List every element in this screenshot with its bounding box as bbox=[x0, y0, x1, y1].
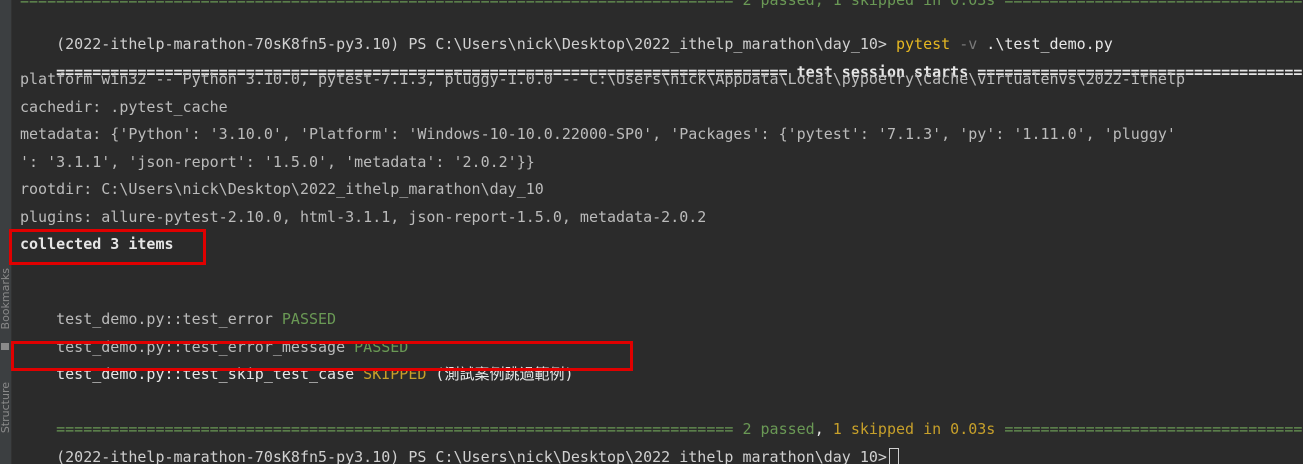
rootdir-line: rootdir: C:\Users\nick\Desktop\2022_ithe… bbox=[20, 180, 544, 198]
bookmark-icon[interactable] bbox=[1, 343, 9, 350]
previous-summary-line: ========================================… bbox=[20, 0, 1303, 9]
cachedir-line: cachedir: .pytest_cache bbox=[20, 98, 228, 116]
summary-sep-right: ========================================… bbox=[1004, 420, 1303, 438]
bookmarks-tab[interactable]: Bookmarks bbox=[0, 268, 12, 329]
skip-reason: (測試案例跳過範例) bbox=[426, 365, 574, 383]
terminal-output[interactable]: ========================================… bbox=[20, 0, 1303, 464]
command-line: (2022-ithelp-marathon-70sK8fn5-py3.10) P… bbox=[20, 14, 1113, 53]
prompt-line: (2022-ithelp-marathon-70sK8fn5-py3.10) P… bbox=[20, 427, 899, 464]
summary-line: ========================================… bbox=[20, 399, 1303, 438]
test-status: SKIPPED bbox=[363, 365, 427, 383]
summary-time: in 0.03s bbox=[914, 420, 1005, 438]
text-cursor[interactable] bbox=[888, 447, 899, 464]
test-result-row: test_demo.py::test_error PASSED bbox=[20, 289, 336, 328]
test-result-row: test_demo.py::test_skip_test_case SKIPPE… bbox=[20, 344, 573, 383]
test-name: test_demo.py::test_skip_test_case bbox=[56, 365, 355, 383]
test-result-row: test_demo.py::test_error_message PASSED bbox=[20, 317, 408, 356]
prompt: (2022-ithelp-marathon-70sK8fn5-py3.10) P… bbox=[56, 448, 887, 464]
tool-window-strip: Bookmarks Structure bbox=[0, 0, 12, 464]
structure-tab[interactable]: Structure bbox=[0, 382, 12, 433]
platform-line: platform win32 -- Python 3.10.0, pytest-… bbox=[20, 70, 1185, 88]
plugins-line: plugins: allure-pytest-2.10.0, html-3.1.… bbox=[20, 208, 707, 226]
metadata-line-2: ': '3.1.1', 'json-report': '1.5.0', 'met… bbox=[20, 153, 535, 171]
metadata-line-1: metadata: {'Python': '3.10.0', 'Platform… bbox=[20, 125, 1176, 143]
collected-line: collected 3 items bbox=[20, 235, 174, 253]
session-header: ========================================… bbox=[20, 42, 1303, 81]
